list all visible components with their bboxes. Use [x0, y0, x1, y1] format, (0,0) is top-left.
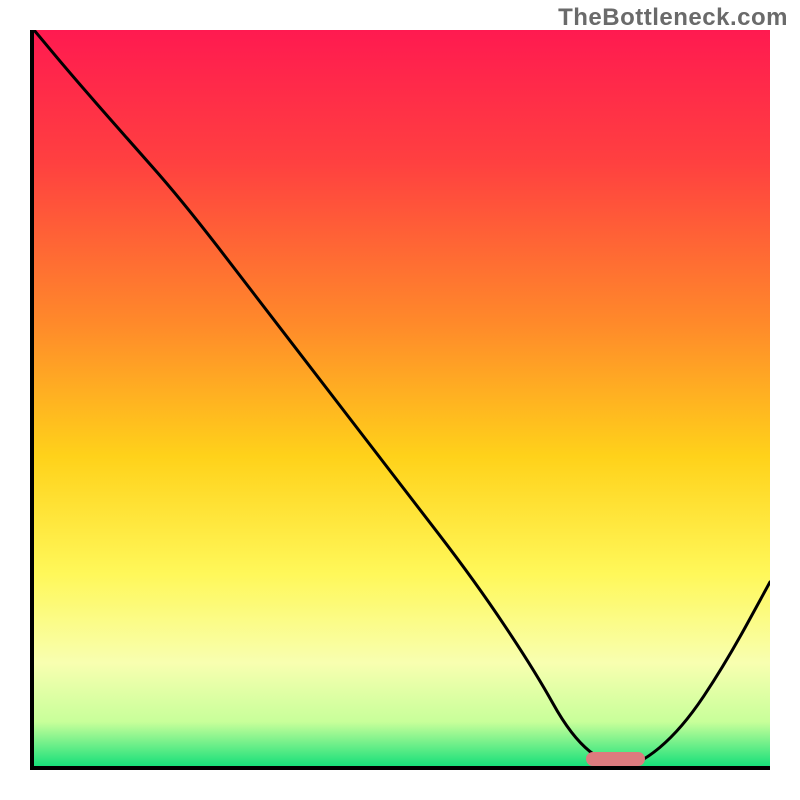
plot-area: [30, 30, 770, 770]
chart-container: TheBottleneck.com: [0, 0, 800, 800]
watermark-text: TheBottleneck.com: [558, 4, 788, 32]
bottleneck-curve: [34, 30, 770, 766]
optimal-marker: [586, 752, 645, 766]
